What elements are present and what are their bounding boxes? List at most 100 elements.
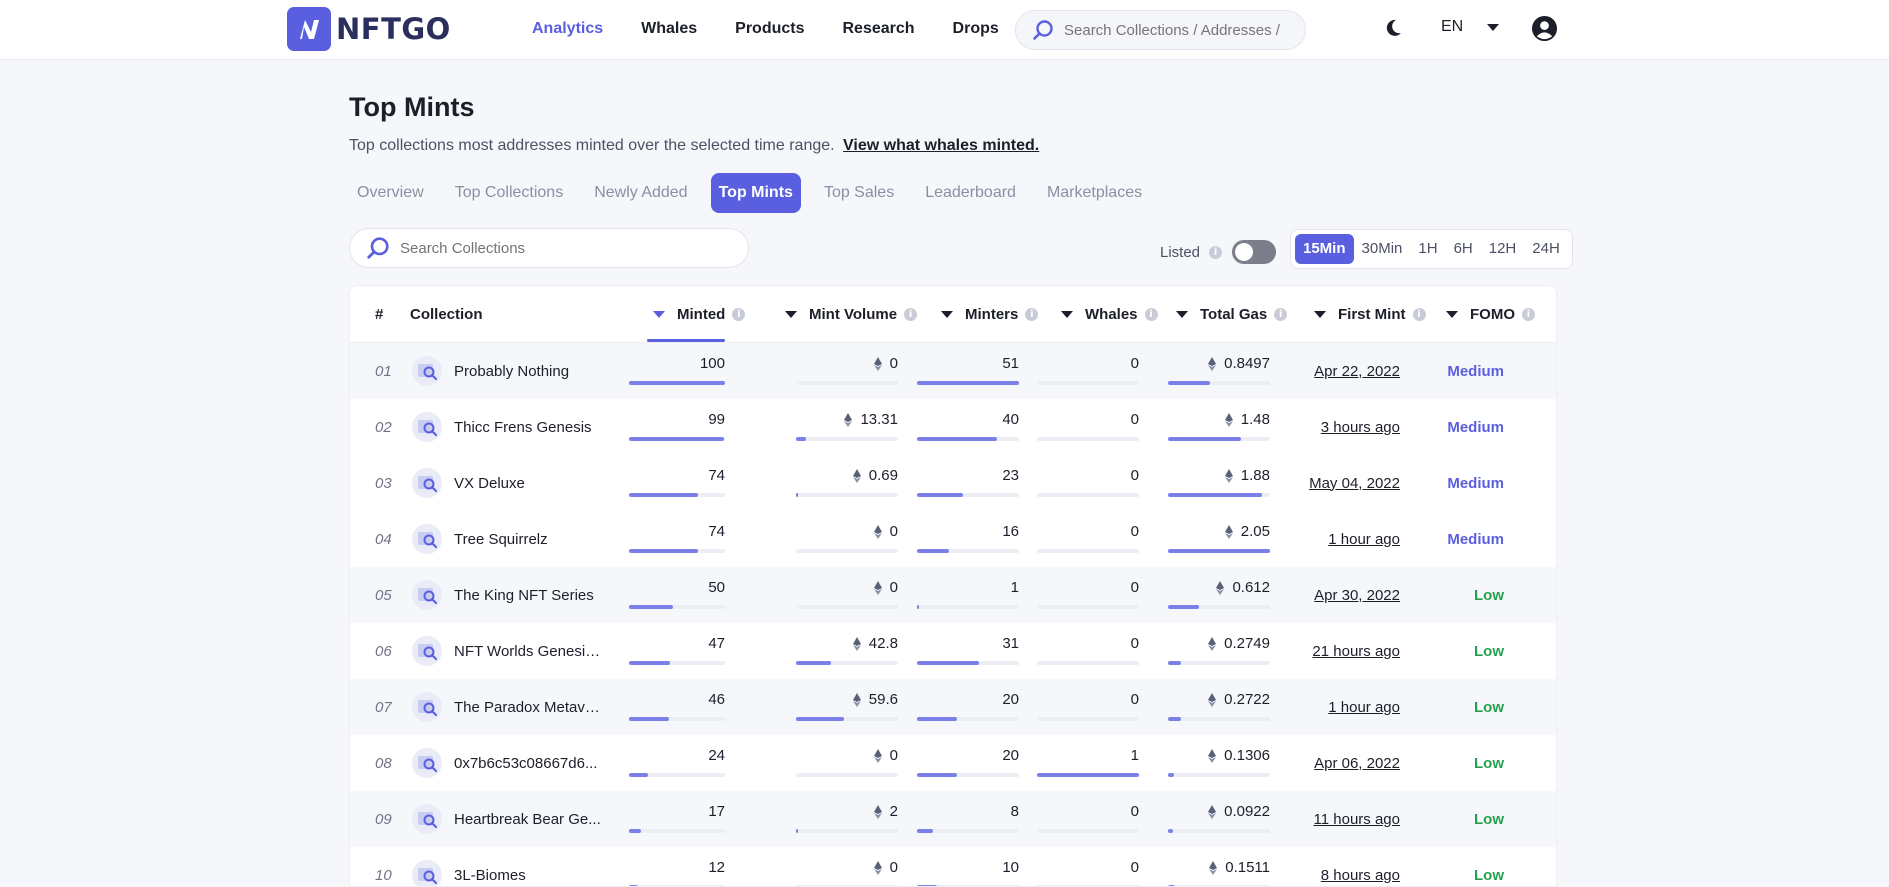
nav-item-analytics[interactable]: Analytics: [532, 20, 603, 38]
column-header-minted[interactable]: Minted i: [653, 286, 746, 343]
range-6h[interactable]: 6H: [1446, 234, 1481, 264]
language-selector[interactable]: EN: [1441, 18, 1500, 36]
nav-item-whales[interactable]: Whales: [641, 20, 697, 38]
collection-name[interactable]: The Paradox Metave...: [454, 699, 604, 716]
tab-leaderboard[interactable]: Leaderboard: [917, 173, 1024, 213]
info-icon[interactable]: i: [1522, 308, 1535, 321]
collection-cell[interactable]: Tree Squirrelz: [412, 511, 604, 567]
collection-name[interactable]: Thicc Frens Genesis: [454, 419, 604, 436]
table-row[interactable]: 04 Tree Squirrelz 74 0 16 0 2.05 1 hour ago Medi…: [350, 511, 1556, 567]
collection-name[interactable]: VX Deluxe: [454, 475, 604, 492]
first-mint-link[interactable]: 21 hours ago: [1280, 623, 1400, 679]
tab-overview[interactable]: Overview: [349, 173, 432, 213]
collection-cell[interactable]: The King NFT Series: [412, 567, 604, 623]
info-icon[interactable]: i: [904, 308, 918, 321]
tab-top-mints[interactable]: Top Mints: [710, 173, 801, 213]
collection-name[interactable]: Tree Squirrelz: [454, 531, 604, 548]
global-search-input[interactable]: [1064, 21, 1304, 39]
collection-search-input[interactable]: [400, 239, 740, 257]
mint-volume-cell: 0.69: [796, 455, 898, 511]
collection-cell[interactable]: The Paradox Metave...: [412, 679, 604, 735]
collection-name[interactable]: Probably Nothing: [454, 363, 604, 380]
collection-search-box[interactable]: [349, 228, 749, 268]
range-24h[interactable]: 24H: [1524, 234, 1568, 264]
first-mint-link[interactable]: 1 hour ago: [1280, 511, 1400, 567]
sort-desc-icon[interactable]: [941, 311, 953, 318]
ethereum-icon: [873, 804, 882, 819]
sort-desc-icon[interactable]: [1176, 311, 1188, 318]
collection-name[interactable]: NFT Worlds Genesis ...: [454, 643, 604, 660]
user-account-icon[interactable]: [1531, 15, 1558, 42]
column-header-fomo[interactable]: FOMO i: [1446, 286, 1535, 343]
logo[interactable]: NFTGO: [287, 6, 451, 52]
column-header-mint-volume[interactable]: Mint Volume i: [785, 286, 918, 343]
sort-desc-icon[interactable]: [1061, 311, 1073, 318]
first-mint-link[interactable]: 1 hour ago: [1280, 679, 1400, 735]
total-gas-value: 0.1306: [1208, 747, 1270, 764]
sort-desc-icon[interactable]: [1314, 311, 1326, 318]
info-icon[interactable]: i: [1274, 308, 1288, 321]
tab-newly-added[interactable]: Newly Added: [586, 173, 695, 213]
range-30min[interactable]: 30Min: [1354, 234, 1411, 264]
first-mint-link[interactable]: Apr 06, 2022: [1280, 735, 1400, 791]
total-gas-cell: 1.88: [1168, 455, 1270, 511]
table-row[interactable]: 07 The Paradox Metave... 46 59.6 20 0 0.2722 1 …: [350, 679, 1556, 735]
range-15min[interactable]: 15Min: [1295, 234, 1354, 264]
info-icon[interactable]: i: [1209, 245, 1223, 259]
tab-marketplaces[interactable]: Marketplaces: [1039, 173, 1150, 213]
total-gas-bar: [1168, 493, 1270, 497]
collection-cell[interactable]: VX Deluxe: [412, 455, 604, 511]
table-row[interactable]: 05 The King NFT Series 50 0 1 0 0.612 Apr 30, 2…: [350, 567, 1556, 623]
dark-mode-icon[interactable]: [1383, 18, 1403, 38]
sort-desc-icon[interactable]: [653, 311, 665, 318]
first-mint-link[interactable]: May 04, 2022: [1280, 455, 1400, 511]
listed-toggle[interactable]: [1232, 240, 1277, 264]
collection-cell[interactable]: Heartbreak Bear Ge...: [412, 791, 604, 847]
global-search-box[interactable]: [1015, 10, 1306, 50]
table-row[interactable]: 02 Thicc Frens Genesis 99 13.31 40 0 1.48 3 hou…: [350, 399, 1556, 455]
column-header-minters[interactable]: Minters i: [941, 286, 1039, 343]
tab-top-sales[interactable]: Top Sales: [816, 173, 902, 213]
column-header-first-mint[interactable]: First Mint i: [1314, 286, 1426, 343]
collection-cell[interactable]: Probably Nothing: [412, 343, 604, 399]
sort-desc-icon[interactable]: [785, 311, 797, 318]
range-12h[interactable]: 12H: [1481, 234, 1525, 264]
whales-text: 0: [1130, 635, 1139, 652]
column-header-whales[interactable]: Whales i: [1061, 286, 1158, 343]
first-mint-link[interactable]: Apr 22, 2022: [1280, 343, 1400, 399]
collection-cell[interactable]: Thicc Frens Genesis: [412, 399, 604, 455]
column-header-total-gas[interactable]: Total Gas i: [1176, 286, 1288, 343]
first-mint-link[interactable]: 8 hours ago: [1280, 847, 1400, 886]
collection-name[interactable]: The King NFT Series: [454, 587, 604, 604]
table-row[interactable]: 03 VX Deluxe 74 0.69 23 0 1.88 May 04, 2022 Medi…: [350, 455, 1556, 511]
table-row[interactable]: 01 Probably Nothing 100 0 51 0 0.8497 Apr 22, 2…: [350, 343, 1556, 399]
range-1h[interactable]: 1H: [1410, 234, 1445, 264]
page-title: Top Mints: [349, 92, 475, 122]
minted-bar-fill: [629, 605, 674, 609]
tab-top-collections[interactable]: Top Collections: [447, 173, 572, 213]
collection-name[interactable]: 3L-Biomes: [454, 867, 604, 884]
nav-item-research[interactable]: Research: [843, 20, 915, 38]
total-gas-cell: 0.2722: [1168, 679, 1270, 735]
info-icon[interactable]: i: [732, 308, 746, 321]
first-mint-link[interactable]: 3 hours ago: [1280, 399, 1400, 455]
first-mint-link[interactable]: 11 hours ago: [1280, 791, 1400, 847]
collection-name[interactable]: 0x7b6c53c08667d6...: [454, 755, 604, 772]
sort-desc-icon[interactable]: [1446, 311, 1458, 318]
first-mint-link[interactable]: Apr 30, 2022: [1280, 567, 1400, 623]
info-icon[interactable]: i: [1025, 308, 1039, 321]
table-row[interactable]: 06 NFT Worlds Genesis ... 47 42.8 31 0 0.2749 2…: [350, 623, 1556, 679]
table-row[interactable]: 08 0x7b6c53c08667d6... 24 0 20 1 0.1306 Apr 06,…: [350, 735, 1556, 791]
nav-item-products[interactable]: Products: [735, 20, 804, 38]
info-icon[interactable]: i: [1412, 308, 1426, 321]
collection-name[interactable]: Heartbreak Bear Ge...: [454, 811, 604, 828]
nav-item-drops[interactable]: Drops: [953, 20, 999, 38]
column-minted-label: Minted: [677, 306, 726, 323]
collection-cell[interactable]: NFT Worlds Genesis ...: [412, 623, 604, 679]
table-row[interactable]: 09 Heartbreak Bear Ge... 17 2 8 0 0.0922 11 hou…: [350, 791, 1556, 847]
collection-cell[interactable]: 0x7b6c53c08667d6...: [412, 735, 604, 791]
whales-minted-link[interactable]: View what whales minted.: [843, 137, 1039, 154]
table-row[interactable]: 10 3L-Biomes 12 0 10 0 0.1511 8 hours ago Low: [350, 847, 1556, 886]
info-icon[interactable]: i: [1144, 308, 1158, 321]
collection-cell[interactable]: 3L-Biomes: [412, 847, 604, 886]
